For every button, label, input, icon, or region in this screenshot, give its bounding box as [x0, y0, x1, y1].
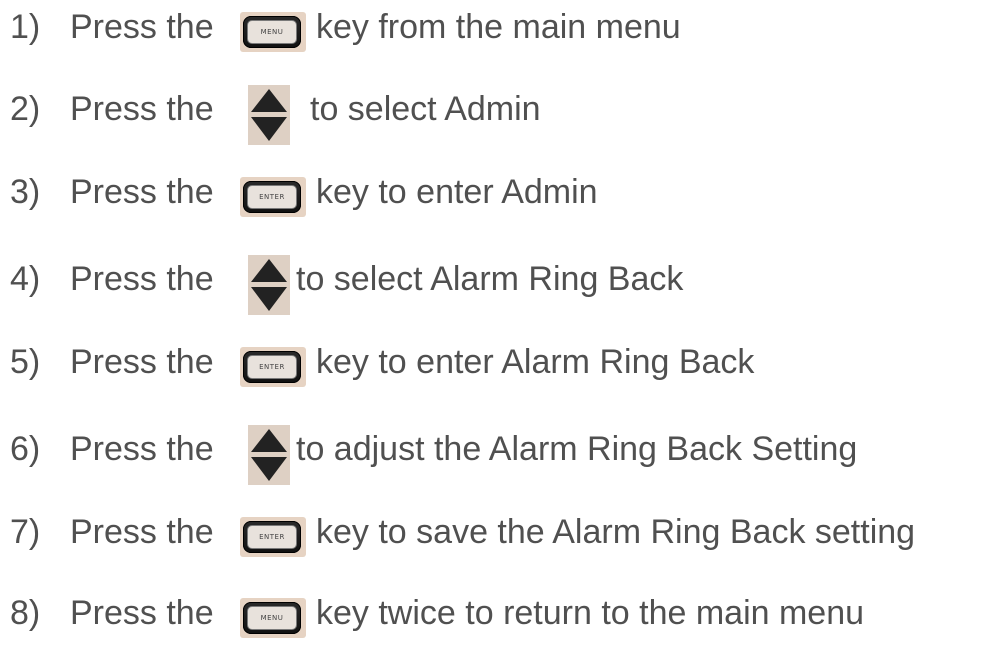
step-text: key to enter Admin — [316, 173, 598, 211]
step-number: 5) — [10, 343, 41, 381]
menu-key-icon: MENU — [240, 12, 306, 52]
step-7: 7) Press the ENTER key to save the Alarm… — [10, 505, 980, 565]
key-label: ENTER — [259, 533, 285, 541]
step-4: 4) Press the to select Alarm Ring Back — [10, 252, 970, 315]
step-1: 1) Press the MENU key from the main menu — [10, 0, 970, 60]
up-down-arrow-keys-icon — [248, 85, 290, 145]
step-text: key twice to return to the main menu — [316, 594, 865, 632]
key-label: MENU — [260, 614, 284, 622]
step-text: to select Admin — [310, 90, 541, 128]
step-number: 3) — [10, 173, 41, 211]
step-lead-text: Press the — [70, 513, 214, 551]
step-number: 8) — [10, 594, 41, 632]
step-text: to adjust the Alarm Ring Back Setting — [296, 430, 858, 468]
key-label: ENTER — [259, 363, 285, 371]
step-number: 7) — [10, 513, 41, 551]
step-lead-text: Press the — [70, 260, 214, 298]
enter-key-icon: ENTER — [240, 177, 306, 217]
key-label: MENU — [260, 28, 284, 36]
menu-key-icon: MENU — [240, 598, 306, 638]
step-6: 6) Press the to adjust the Alarm Ring Ba… — [10, 422, 970, 485]
step-5: 5) Press the ENTER key to enter Alarm Ri… — [10, 335, 970, 395]
step-lead-text: Press the — [70, 430, 214, 468]
up-down-arrow-keys-icon — [248, 425, 290, 485]
step-number: 1) — [10, 8, 41, 46]
step-lead-text: Press the — [70, 343, 214, 381]
step-text: key from the main menu — [316, 8, 681, 46]
key-label: ENTER — [259, 193, 285, 201]
up-down-arrow-keys-icon — [248, 255, 290, 315]
step-3: 3) Press the ENTER key to enter Admin — [10, 165, 970, 225]
step-8: 8) Press the MENU key twice to return to… — [10, 586, 970, 646]
step-lead-text: Press the — [70, 173, 214, 211]
step-lead-text: Press the — [70, 8, 214, 46]
step-lead-text: Press the — [70, 90, 214, 128]
step-text: to select Alarm Ring Back — [296, 260, 684, 298]
step-text: key to enter Alarm Ring Back — [316, 343, 755, 381]
enter-key-icon: ENTER — [240, 517, 306, 557]
step-number: 6) — [10, 430, 41, 468]
enter-key-icon: ENTER — [240, 347, 306, 387]
step-number: 4) — [10, 260, 41, 298]
step-number: 2) — [10, 90, 41, 128]
step-2: 2) Press the to select Admin — [10, 82, 970, 145]
step-text: key to save the Alarm Ring Back setting — [316, 513, 916, 551]
step-lead-text: Press the — [70, 594, 214, 632]
